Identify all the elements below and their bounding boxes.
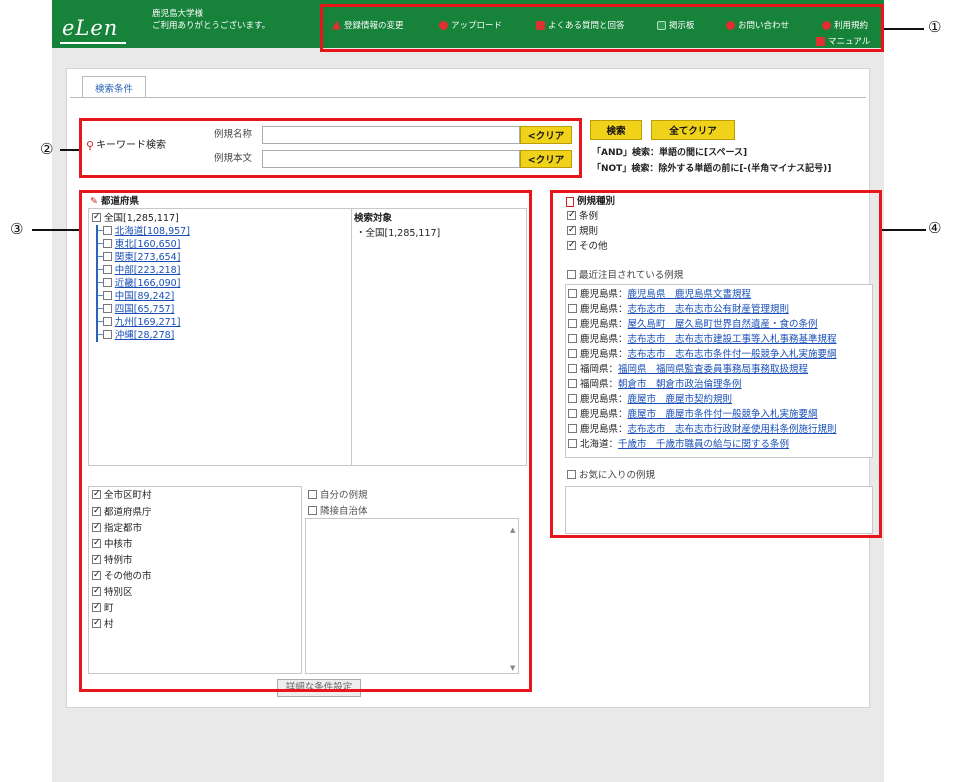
elen-logo[interactable]: eLen <box>62 16 118 40</box>
callout-line-2 <box>60 149 79 151</box>
callout-line-3 <box>32 229 79 231</box>
callout-2: ② <box>40 140 54 158</box>
highlight-box-header-nav <box>320 4 884 52</box>
callout-line-4 <box>882 229 926 231</box>
logo-underline <box>60 42 126 44</box>
greeting-text: 鹿児島大学様 ご利用ありがとうございます。 <box>152 9 271 31</box>
tab-search-conditions[interactable]: 検索条件 <box>82 76 146 98</box>
callout-line-1 <box>884 28 924 30</box>
highlight-box-rule-types <box>550 190 882 538</box>
not-hint: 「NOT」検索：除外する単語の前に[-(半角マイナス記号)] <box>592 164 832 174</box>
clear-all-button[interactable]: 全てクリア <box>651 120 735 140</box>
highlight-box-keyword <box>79 118 582 178</box>
highlight-box-prefecture <box>79 190 532 692</box>
and-hint: 「AND」検索：単語の間に[スペース] <box>592 148 748 158</box>
tab-divider <box>70 97 866 98</box>
search-button[interactable]: 検索 <box>590 120 642 140</box>
callout-1: ① <box>928 18 942 36</box>
callout-3: ③ <box>10 220 24 238</box>
callout-4: ④ <box>928 219 942 237</box>
